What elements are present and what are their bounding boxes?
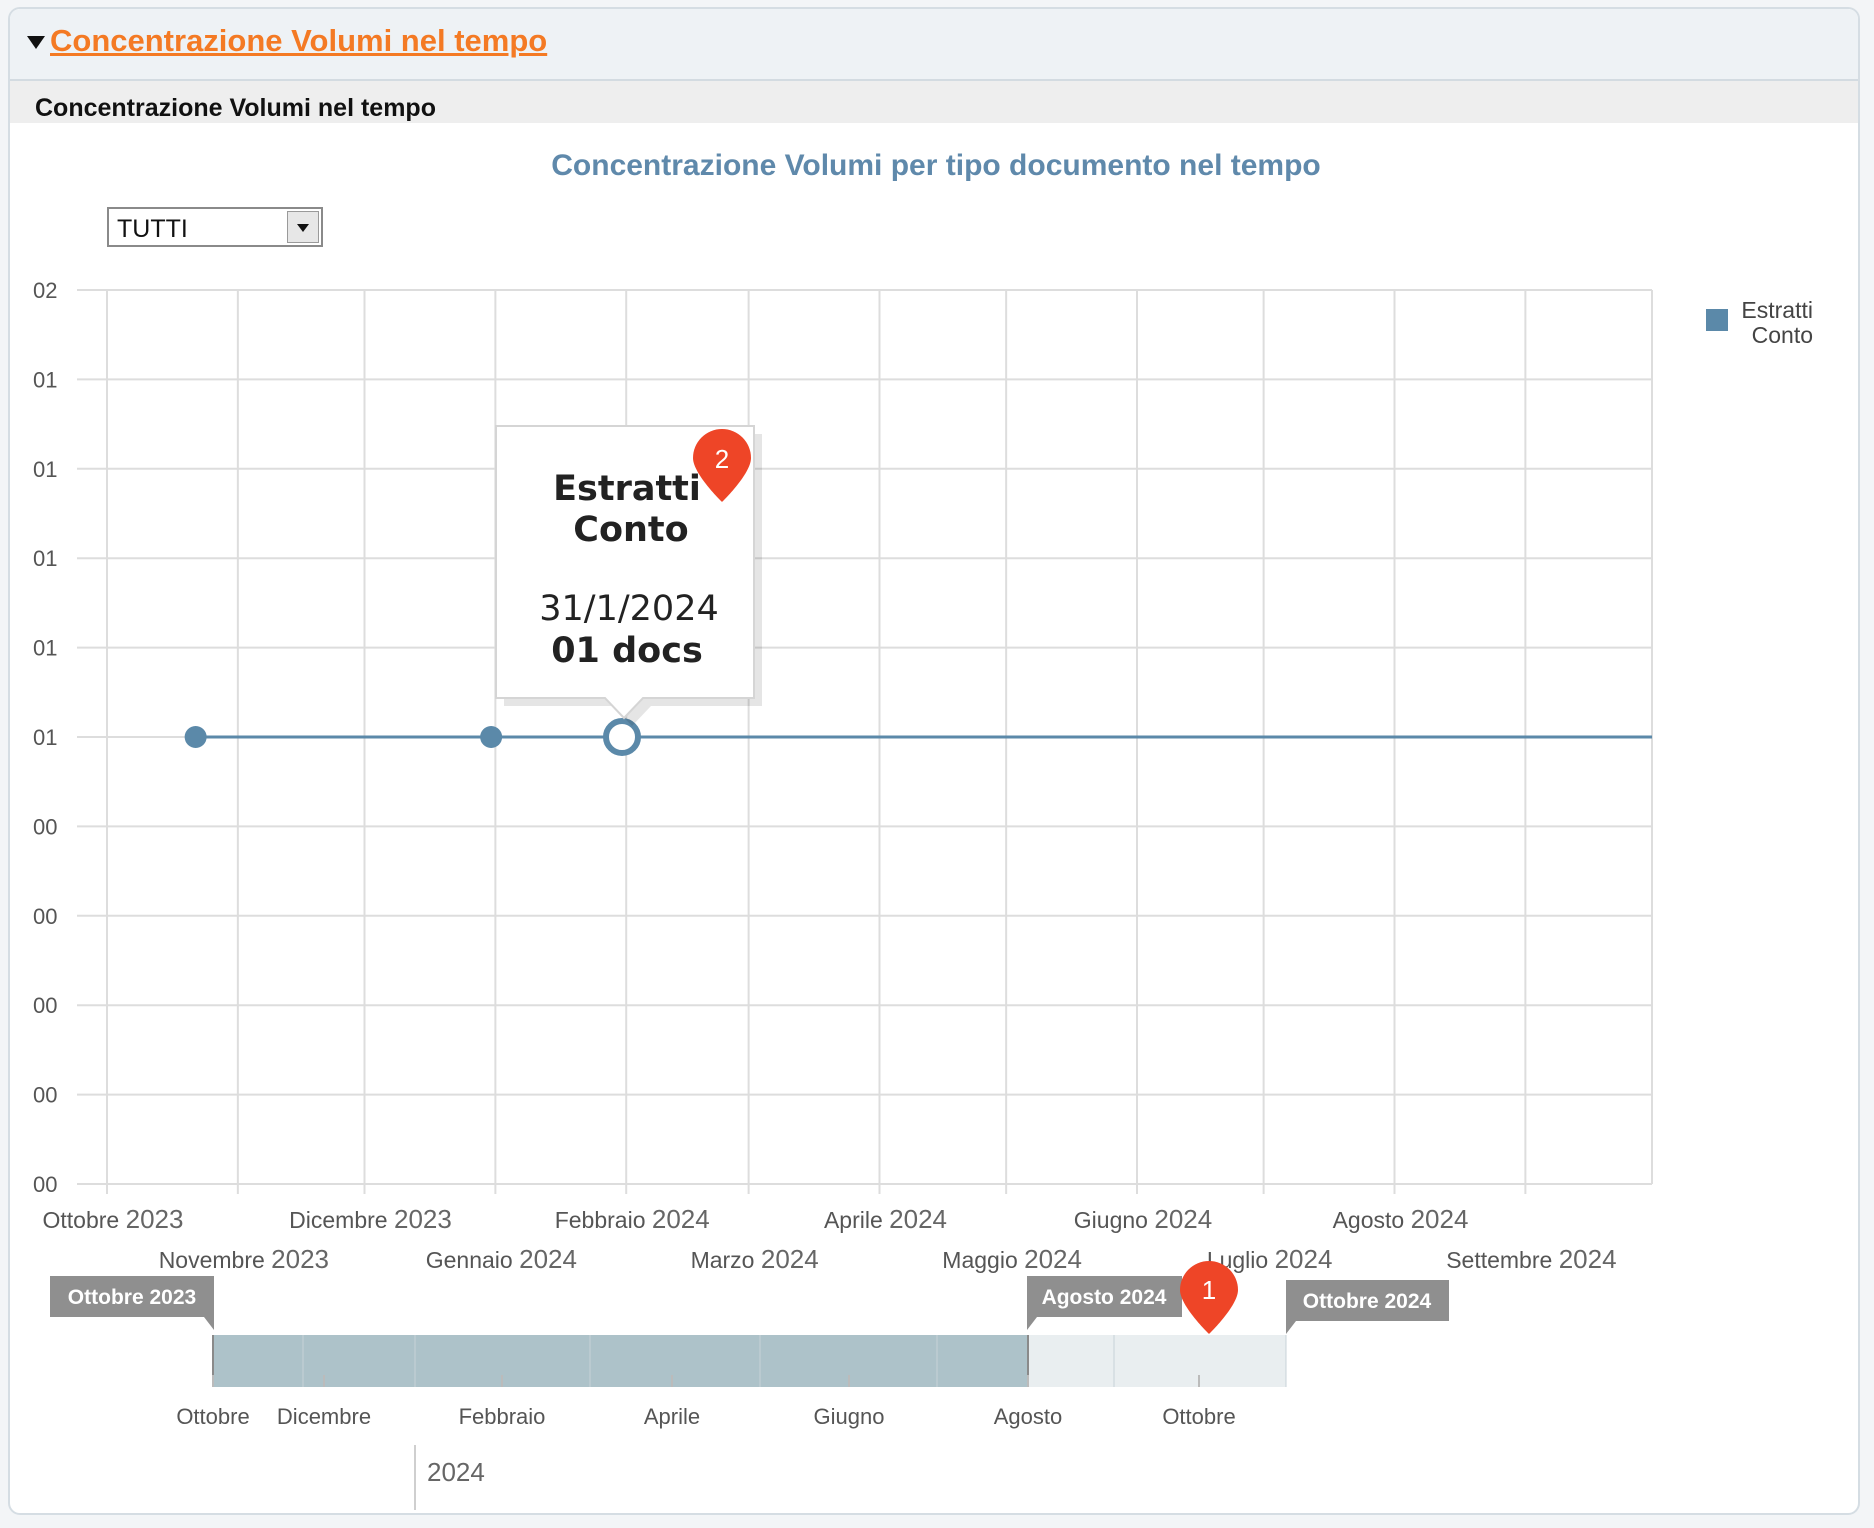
x-tick-month: Aprile xyxy=(824,1207,889,1233)
legend[interactable]: Estratti Conto xyxy=(1706,297,1813,348)
volume-chart: 0201010101010000000000 Ottobre 2023Novem… xyxy=(33,278,1813,1510)
x-tick-label: Ottobre 2023 xyxy=(43,1204,184,1234)
tooltip-date-year: 2024 xyxy=(630,589,719,629)
tooltip-value: 01 docs xyxy=(551,631,703,671)
y-tick-label: 00 xyxy=(33,904,57,929)
navigator-unselected-range[interactable] xyxy=(1028,1335,1286,1387)
y-tick-label: 01 xyxy=(33,457,57,482)
navigator-tick-label: Agosto xyxy=(994,1404,1063,1429)
navigator-tick-label: Febbraio xyxy=(459,1404,546,1429)
flag-pointer xyxy=(1027,1317,1037,1330)
x-tick-year: 2024 xyxy=(652,1204,710,1234)
chart-grid xyxy=(77,289,1653,1194)
x-tick-label: Febbraio 2024 xyxy=(555,1204,710,1234)
y-tick-label: 00 xyxy=(33,1172,57,1197)
legend-label-line2: Conto xyxy=(1752,322,1813,348)
navigator-tick-label: Ottobre xyxy=(176,1404,249,1429)
x-tick-year: 2024 xyxy=(1411,1204,1469,1234)
navigator-end-flag[interactable]: Ottobre 2024 xyxy=(1286,1280,1449,1334)
start-flag-label: Ottobre 2023 xyxy=(68,1286,196,1309)
x-tick-month: Agosto xyxy=(1333,1207,1411,1233)
navigator-tick-label: Giugno xyxy=(814,1404,885,1429)
x-tick-year: 2024 xyxy=(1154,1204,1212,1234)
flag-pointer xyxy=(1286,1321,1296,1334)
tooltip-date: 31/1/2024 xyxy=(539,589,718,629)
navigator-start-flag[interactable]: Ottobre 2023 xyxy=(50,1276,214,1330)
y-tick-label: 01 xyxy=(33,725,57,750)
x-axis: Ottobre 2023Novembre 2023Dicembre 2023Ge… xyxy=(43,1204,1617,1274)
x-tick-label: Agosto 2024 xyxy=(1333,1204,1469,1234)
annotation-badge-1: 1 xyxy=(1180,1261,1238,1334)
chart-series xyxy=(184,718,1652,756)
x-tick-label: Aprile 2024 xyxy=(824,1204,947,1234)
x-tick-label: Gennaio 2024 xyxy=(426,1244,577,1274)
navigator-tick-label: Dicembre xyxy=(277,1404,371,1429)
data-point[interactable] xyxy=(480,726,503,748)
x-tick-label: Novembre 2023 xyxy=(159,1244,329,1274)
tooltip-date-day-month: 31/1/ xyxy=(539,589,630,629)
x-tick-month: Dicembre xyxy=(289,1207,394,1233)
x-tick-label: Giugno 2024 xyxy=(1074,1204,1212,1234)
x-tick-month: Marzo xyxy=(691,1247,761,1273)
range-navigator[interactable]: Ottobre Dicembre Febbraio Aprile Giugno Agost… xyxy=(50,1276,1449,1510)
y-tick-label: 01 xyxy=(33,367,57,392)
x-tick-label: Marzo 2024 xyxy=(691,1244,819,1274)
x-tick-month: Settembre xyxy=(1446,1247,1559,1273)
badge-number: 1 xyxy=(1202,1275,1216,1305)
x-tick-month: Febbraio xyxy=(555,1207,652,1233)
tooltip-series-line1: Estratti xyxy=(553,469,701,509)
x-tick-month: Giugno xyxy=(1074,1207,1155,1233)
y-tick-label: 00 xyxy=(33,1083,57,1108)
x-tick-month: Gennaio xyxy=(426,1247,519,1273)
flag-pointer xyxy=(204,1317,214,1330)
x-tick-label: Settembre 2024 xyxy=(1446,1244,1616,1274)
y-tick-label: 02 xyxy=(33,278,57,303)
y-tick-label: 00 xyxy=(33,814,57,839)
tooltip-series-line2: Conto xyxy=(573,510,688,550)
navigator-tick-label: Ottobre xyxy=(1162,1404,1235,1429)
y-tick-label: 01 xyxy=(33,636,57,661)
x-tick-year: 2024 xyxy=(889,1204,947,1234)
x-tick-year: 2024 xyxy=(1275,1244,1333,1274)
x-tick-month: Ottobre xyxy=(43,1207,126,1233)
x-tick-year: 2023 xyxy=(126,1204,184,1234)
x-tick-year: 2024 xyxy=(519,1244,577,1274)
x-tick-label: Maggio 2024 xyxy=(942,1244,1082,1274)
x-tick-year: 2024 xyxy=(1559,1244,1617,1274)
x-tick-year: 2024 xyxy=(1024,1244,1082,1274)
y-tick-label: 00 xyxy=(33,993,57,1018)
data-point-highlighted[interactable] xyxy=(603,718,641,756)
x-tick-month: Maggio xyxy=(942,1247,1024,1273)
navigator-tick-label: Aprile xyxy=(644,1404,700,1429)
navigator-year-label: 2024 xyxy=(427,1457,485,1487)
x-tick-month: Novembre xyxy=(159,1247,271,1273)
x-tick-year: 2024 xyxy=(761,1244,819,1274)
y-tick-label: 01 xyxy=(33,546,57,571)
data-point[interactable] xyxy=(184,726,207,748)
legend-swatch xyxy=(1706,309,1728,331)
badge-number: 2 xyxy=(715,444,729,474)
legend-label-line1: Estratti xyxy=(1741,297,1813,323)
y-axis: 02 01 01 01 01 01 00 00 00 00 00 xyxy=(33,278,57,1197)
navigator-mid-flag[interactable]: Agosto 2024 xyxy=(1027,1276,1182,1330)
x-tick-year: 2023 xyxy=(271,1244,329,1274)
x-tick-label: Dicembre 2023 xyxy=(289,1204,452,1234)
navigator-selected-range[interactable] xyxy=(213,1335,1028,1387)
x-tick-year: 2023 xyxy=(394,1204,452,1234)
end-flag-label: Ottobre 2024 xyxy=(1303,1290,1432,1313)
mid-flag-label: Agosto 2024 xyxy=(1042,1286,1167,1309)
